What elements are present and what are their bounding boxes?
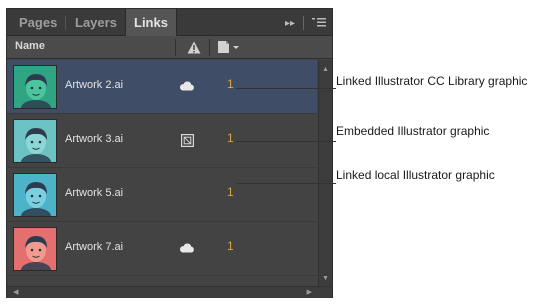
embedded-icon: [179, 133, 195, 147]
column-header: Name: [7, 36, 332, 59]
callout-leader-line: [236, 88, 336, 89]
scroll-left-icon[interactable]: ◀: [13, 288, 18, 296]
name-column-header[interactable]: Name: [15, 40, 45, 52]
link-row[interactable]: Artwork 7.ai 1: [7, 222, 317, 276]
panel-menu-icon[interactable]: [312, 17, 326, 30]
link-file-name: Artwork 7.ai: [65, 241, 124, 253]
link-row[interactable]: Artwork 5.ai 1: [7, 168, 317, 222]
links-list: Artwork 2.ai 1 Artwork 3.ai 1 Artwork 5.ai 1 A…: [7, 60, 317, 276]
horizontal-scrollbar[interactable]: ◀ ▶: [7, 286, 332, 298]
artwork-thumbnail: [13, 173, 57, 217]
links-panel: Pages Layers Links ▸▸ Name Artwork 2.ai …: [6, 8, 333, 298]
link-page-number[interactable]: 1: [227, 77, 234, 91]
link-file-name: Artwork 2.ai: [65, 79, 124, 91]
cloud-icon: [179, 79, 195, 93]
vertical-scrollbar[interactable]: ▲ ▼: [318, 60, 332, 286]
panel-controls: ▸▸: [285, 15, 326, 31]
link-page-number[interactable]: 1: [227, 185, 234, 199]
link-file-name: Artwork 5.ai: [65, 187, 124, 199]
control-divider: [303, 16, 304, 30]
page-dropdown-icon[interactable]: [217, 40, 241, 54]
link-page-number[interactable]: 1: [227, 239, 234, 253]
callout-linked-library: Linked Illustrator CC Library graphic: [336, 74, 528, 88]
tab-divider: [65, 16, 66, 30]
artwork-thumbnail: [13, 119, 57, 163]
tab-layers[interactable]: Layers: [67, 9, 125, 36]
callout-linked-local: Linked local Illustrator graphic: [336, 168, 495, 182]
scroll-down-icon[interactable]: ▼: [322, 275, 329, 282]
column-divider: [209, 39, 210, 56]
artwork-thumbnail: [13, 227, 57, 271]
column-divider: [175, 39, 176, 56]
link-row[interactable]: Artwork 2.ai 1: [7, 60, 317, 114]
callout-embedded: Embedded Illustrator graphic: [336, 124, 490, 138]
warning-icon[interactable]: [187, 41, 201, 54]
artwork-thumbnail: [13, 65, 57, 109]
scroll-right-icon[interactable]: ▶: [307, 288, 312, 296]
link-file-name: Artwork 3.ai: [65, 133, 124, 145]
tab-pages[interactable]: Pages: [11, 9, 65, 36]
double-chevron-right-icon[interactable]: ▸▸: [285, 18, 295, 29]
scroll-up-icon[interactable]: ▲: [322, 66, 329, 73]
link-page-number[interactable]: 1: [227, 131, 234, 145]
tab-links[interactable]: Links: [125, 9, 177, 36]
panel-tab-bar: Pages Layers Links ▸▸: [7, 9, 332, 36]
callout-leader-line: [236, 141, 336, 142]
callout-leader-line: [236, 183, 336, 184]
cloud-icon: [179, 241, 195, 255]
